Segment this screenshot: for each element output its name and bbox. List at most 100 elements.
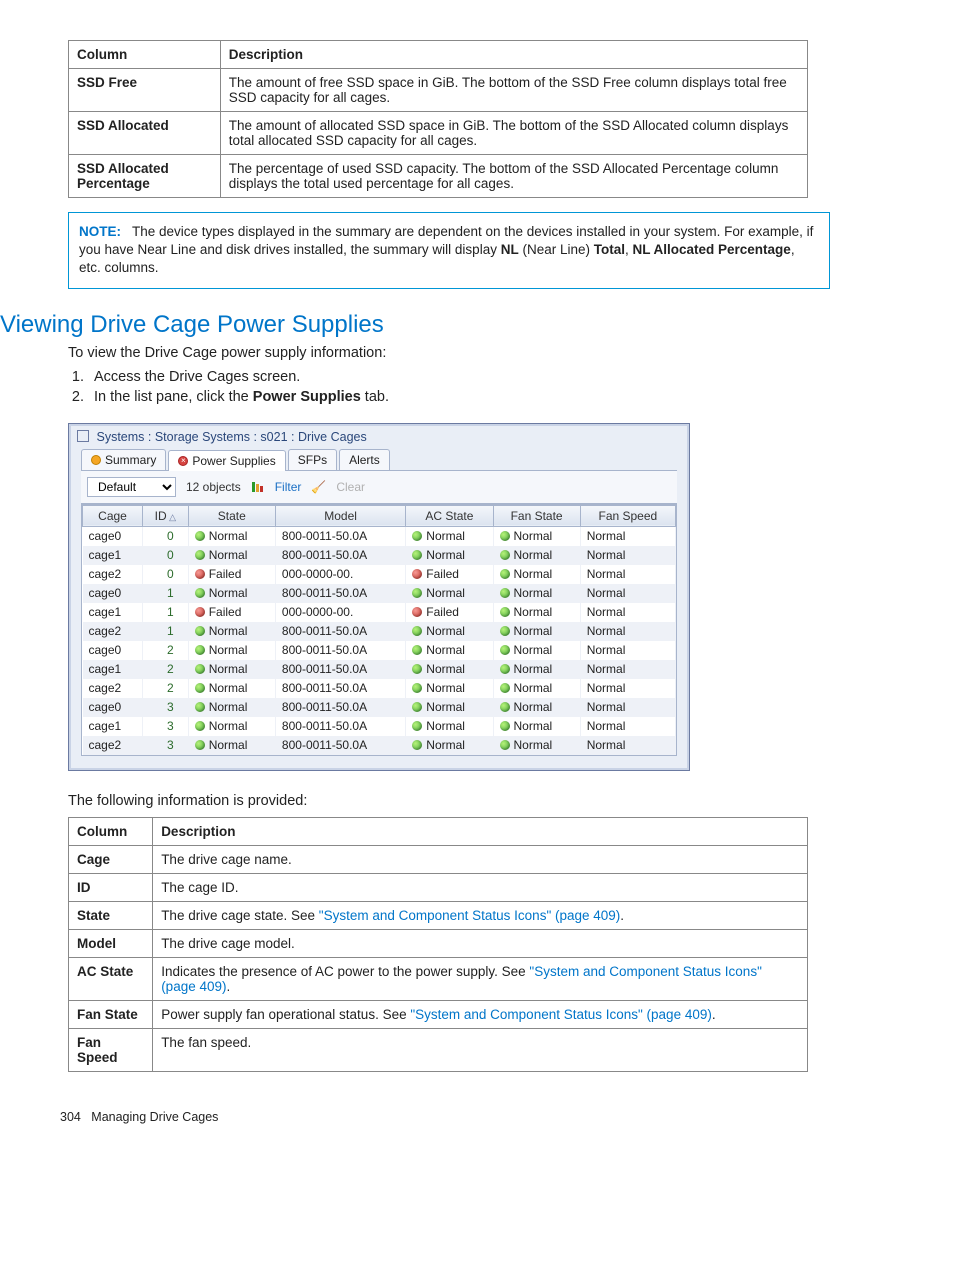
- tree-icon: [77, 430, 89, 442]
- col-name: Cage: [69, 845, 153, 873]
- table-row[interactable]: cage23Normal800-0011-50.0ANormalNormalNo…: [83, 736, 676, 755]
- tab-power-supplies[interactable]: × Power Supplies: [168, 450, 285, 471]
- procedure-steps: Access the Drive Cages screen. In the li…: [88, 369, 894, 405]
- cell-id: 3: [143, 698, 189, 717]
- table-row: StateThe drive cage state. See "System a…: [69, 901, 808, 929]
- col-id[interactable]: ID: [143, 505, 189, 526]
- col-desc: The drive cage name.: [153, 845, 808, 873]
- table-row[interactable]: cage21Normal800-0011-50.0ANormalNormalNo…: [83, 622, 676, 641]
- col-cage[interactable]: Cage: [83, 505, 143, 526]
- table-row: AC StateIndicates the presence of AC pow…: [69, 957, 808, 1000]
- table-row: CageThe drive cage name.: [69, 845, 808, 873]
- filter-icon[interactable]: [251, 480, 265, 494]
- cell-ac: Normal: [406, 584, 493, 603]
- clear-icon[interactable]: 🧹: [311, 480, 326, 494]
- step-1: Access the Drive Cages screen.: [88, 369, 894, 385]
- cell-fan: Normal: [493, 641, 580, 660]
- col-name: Model: [69, 929, 153, 957]
- status-icon: [500, 531, 510, 541]
- cell-state: Normal: [188, 717, 275, 736]
- filter-link[interactable]: Filter: [275, 480, 302, 494]
- col-fan-state[interactable]: Fan State: [493, 505, 580, 526]
- status-icon: [500, 569, 510, 579]
- tab-sfps[interactable]: SFPs: [288, 449, 337, 470]
- status-icon: [500, 683, 510, 693]
- table-row: SSD Allocated PercentageThe percentage o…: [69, 155, 808, 198]
- status-icon: [500, 664, 510, 674]
- col-fan-speed[interactable]: Fan Speed: [580, 505, 675, 526]
- col-state[interactable]: State: [188, 505, 275, 526]
- col-name: SSD Allocated Percentage: [69, 155, 221, 198]
- status-icon: [195, 664, 205, 674]
- cell-cage: cage2: [83, 565, 143, 584]
- footer-title: Managing Drive Cages: [91, 1110, 218, 1124]
- cell-speed: Normal: [580, 660, 675, 679]
- status-icon: [412, 531, 422, 541]
- page-footer: 304 Managing Drive Cages: [60, 1110, 894, 1124]
- status-icon: [195, 607, 205, 617]
- table-row[interactable]: cage02Normal800-0011-50.0ANormalNormalNo…: [83, 641, 676, 660]
- cell-fan: Normal: [493, 584, 580, 603]
- tab-summary[interactable]: Summary: [81, 449, 166, 470]
- note-box: NOTE: The device types displayed in the …: [68, 212, 830, 289]
- cell-state: Normal: [188, 526, 275, 546]
- cell-fan: Normal: [493, 622, 580, 641]
- cell-fan: Normal: [493, 565, 580, 584]
- status-icon: [500, 626, 510, 636]
- col-model[interactable]: Model: [275, 505, 405, 526]
- table-row[interactable]: cage03Normal800-0011-50.0ANormalNormalNo…: [83, 698, 676, 717]
- status-icon: [195, 702, 205, 712]
- status-icon: [412, 626, 422, 636]
- col-name: Fan Speed: [69, 1028, 153, 1071]
- cell-model: 800-0011-50.0A: [275, 622, 405, 641]
- status-icon: [500, 721, 510, 731]
- table-row[interactable]: cage10Normal800-0011-50.0ANormalNormalNo…: [83, 546, 676, 565]
- cell-cage: cage0: [83, 526, 143, 546]
- note-label: NOTE:: [79, 224, 121, 239]
- cell-cage: cage2: [83, 736, 143, 755]
- cell-speed: Normal: [580, 526, 675, 546]
- cell-ac: Failed: [406, 603, 493, 622]
- window-titlebar: Systems : Storage Systems : s021 : Drive…: [69, 424, 689, 449]
- toolbar: Default 12 objects Filter 🧹 Clear: [81, 471, 677, 504]
- status-icon: [412, 721, 422, 731]
- table-row[interactable]: cage20Failed000-0000-00.FailedNormalNorm…: [83, 565, 676, 584]
- cell-id: 0: [143, 565, 189, 584]
- cell-state: Failed: [188, 603, 275, 622]
- table-row[interactable]: cage00Normal800-0011-50.0ANormalNormalNo…: [83, 526, 676, 546]
- table-row[interactable]: cage12Normal800-0011-50.0ANormalNormalNo…: [83, 660, 676, 679]
- col-desc: The fan speed.: [153, 1028, 808, 1071]
- table-row[interactable]: cage11Failed000-0000-00.FailedNormalNorm…: [83, 603, 676, 622]
- table-row[interactable]: cage01Normal800-0011-50.0ANormalNormalNo…: [83, 584, 676, 603]
- cell-id: 1: [143, 584, 189, 603]
- clear-link[interactable]: Clear: [336, 480, 365, 494]
- cell-model: 800-0011-50.0A: [275, 717, 405, 736]
- window-title: Systems : Storage Systems : s021 : Drive…: [96, 430, 366, 444]
- status-icon: [412, 607, 422, 617]
- table-row[interactable]: cage13Normal800-0011-50.0ANormalNormalNo…: [83, 717, 676, 736]
- tab-alerts[interactable]: Alerts: [339, 449, 390, 470]
- table-row: Fan StatePower supply fan operational st…: [69, 1000, 808, 1028]
- cell-cage: cage2: [83, 622, 143, 641]
- cell-cage: cage0: [83, 698, 143, 717]
- cell-model: 000-0000-00.: [275, 603, 405, 622]
- status-icon: [195, 569, 205, 579]
- col-desc: The percentage of used SSD capacity. The…: [220, 155, 807, 198]
- cell-model: 800-0011-50.0A: [275, 546, 405, 565]
- status-icon: [500, 645, 510, 655]
- table2-header-description: Description: [153, 817, 808, 845]
- status-icon: [412, 702, 422, 712]
- doc-link[interactable]: "System and Component Status Icons" (pag…: [319, 908, 621, 923]
- error-icon: ×: [178, 456, 188, 466]
- doc-link[interactable]: "System and Component Status Icons" (pag…: [410, 1007, 712, 1022]
- cell-cage: cage2: [83, 679, 143, 698]
- cell-model: 800-0011-50.0A: [275, 679, 405, 698]
- cell-id: 2: [143, 660, 189, 679]
- col-ac-state[interactable]: AC State: [406, 505, 493, 526]
- table-row: ModelThe drive cage model.: [69, 929, 808, 957]
- status-icon: [195, 721, 205, 731]
- cell-model: 800-0011-50.0A: [275, 584, 405, 603]
- filter-preset-select[interactable]: Default: [87, 477, 176, 497]
- status-icon: [412, 740, 422, 750]
- table-row[interactable]: cage22Normal800-0011-50.0ANormalNormalNo…: [83, 679, 676, 698]
